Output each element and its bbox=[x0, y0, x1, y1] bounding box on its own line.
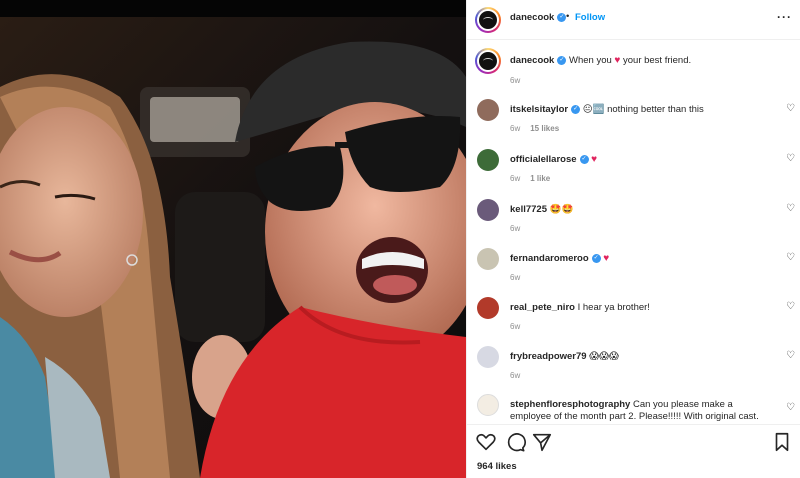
comment-body: 😐🆒 nothing better than this bbox=[582, 104, 704, 115]
author-username[interactable]: danecook ✓ bbox=[510, 12, 567, 23]
comment-body: ♥ bbox=[591, 154, 598, 165]
author-avatar[interactable] bbox=[475, 7, 501, 33]
comment-username[interactable]: itskelsitaylor bbox=[510, 104, 568, 115]
comment-icon bbox=[507, 433, 526, 452]
more-options-icon[interactable]: ··· bbox=[777, 10, 792, 24]
selfie-illustration bbox=[0, 17, 466, 478]
likes-count[interactable]: 964 likes bbox=[477, 461, 517, 472]
post-header: danecook ✓ • Follow ··· bbox=[467, 0, 800, 40]
comment-like-heart-icon[interactable]: ♡ bbox=[786, 301, 795, 312]
red-heart-icon: ♥ bbox=[614, 55, 621, 66]
comment-body: 🤩🤩 bbox=[549, 204, 574, 215]
comment-username[interactable]: frybreadpower79 bbox=[510, 351, 587, 362]
like-button[interactable] bbox=[475, 431, 497, 453]
heart-icon bbox=[476, 433, 496, 451]
comment-username[interactable]: real_pete_niro bbox=[510, 302, 575, 313]
post-photo[interactable] bbox=[0, 0, 466, 478]
comment-body: 😱😱😱 bbox=[589, 351, 619, 362]
comment-timestamp: 6w bbox=[510, 224, 521, 233]
share-icon bbox=[532, 433, 552, 452]
comment-like-heart-icon[interactable]: ♡ bbox=[786, 252, 795, 263]
photo-top-bar bbox=[0, 0, 466, 17]
comment-timestamp: 6w bbox=[510, 174, 521, 183]
verified-icon: ✓ bbox=[557, 55, 567, 65]
verified-icon: ✓ bbox=[591, 253, 601, 263]
comment-username[interactable]: fernandaromeroo bbox=[510, 253, 589, 264]
comments-list[interactable]: danecook ✓ When you ♥ your best friend. 6… bbox=[467, 41, 800, 424]
comment-username[interactable]: kell7725 bbox=[510, 204, 547, 215]
comment-like-heart-icon[interactable]: ♡ bbox=[786, 103, 795, 114]
comment-like-heart-icon[interactable]: ♡ bbox=[786, 153, 795, 164]
commenter-avatar[interactable] bbox=[477, 346, 499, 368]
caption-text: danecook ✓ When you ♥ your best friend. bbox=[510, 55, 692, 66]
comment-like-heart-icon[interactable]: ♡ bbox=[786, 203, 795, 214]
comment-body: ♥ bbox=[603, 253, 610, 264]
comment-button[interactable] bbox=[504, 431, 526, 453]
instagram-post-view: danecook ✓ • Follow ··· danecook ✓ When yo… bbox=[0, 0, 800, 478]
post-actions-bar: 964 likes bbox=[467, 424, 800, 478]
caption-avatar[interactable] bbox=[475, 48, 501, 74]
comment-body: I hear ya brother! bbox=[577, 302, 650, 313]
comment-likes[interactable]: 1 like bbox=[530, 174, 550, 183]
comment-timestamp: 6w bbox=[510, 124, 521, 133]
commenter-avatar[interactable] bbox=[477, 394, 499, 416]
comment-like-heart-icon[interactable]: ♡ bbox=[786, 350, 795, 361]
comment-like-heart-icon[interactable]: ♡ bbox=[786, 402, 795, 413]
follow-button[interactable]: Follow bbox=[575, 12, 605, 23]
commenter-avatar[interactable] bbox=[477, 199, 499, 221]
comment-timestamp: 6w bbox=[510, 273, 521, 282]
comment-username[interactable]: stephenfloresphotography bbox=[510, 399, 630, 410]
verified-icon: ✓ bbox=[579, 154, 589, 164]
post-side-panel: danecook ✓ • Follow ··· danecook ✓ When yo… bbox=[466, 0, 800, 478]
comment-username[interactable]: officialellarose bbox=[510, 154, 577, 165]
commenter-avatar[interactable] bbox=[477, 248, 499, 270]
caption-username[interactable]: danecook bbox=[510, 55, 554, 66]
verified-icon: ✓ bbox=[571, 104, 581, 114]
save-button[interactable] bbox=[771, 431, 793, 453]
separator-dot: • bbox=[566, 11, 570, 22]
caption-timestamp: 6w bbox=[510, 76, 521, 85]
share-button[interactable] bbox=[531, 431, 553, 453]
commenter-avatar[interactable] bbox=[477, 149, 499, 171]
verified-icon: ✓ bbox=[557, 12, 567, 22]
commenter-avatar[interactable] bbox=[477, 99, 499, 121]
commenter-avatar[interactable] bbox=[477, 297, 499, 319]
comment-timestamp: 6w bbox=[510, 371, 521, 380]
bookmark-icon bbox=[775, 432, 789, 452]
comment-likes[interactable]: 15 likes bbox=[530, 124, 559, 133]
comment-timestamp: 6w bbox=[510, 322, 521, 331]
